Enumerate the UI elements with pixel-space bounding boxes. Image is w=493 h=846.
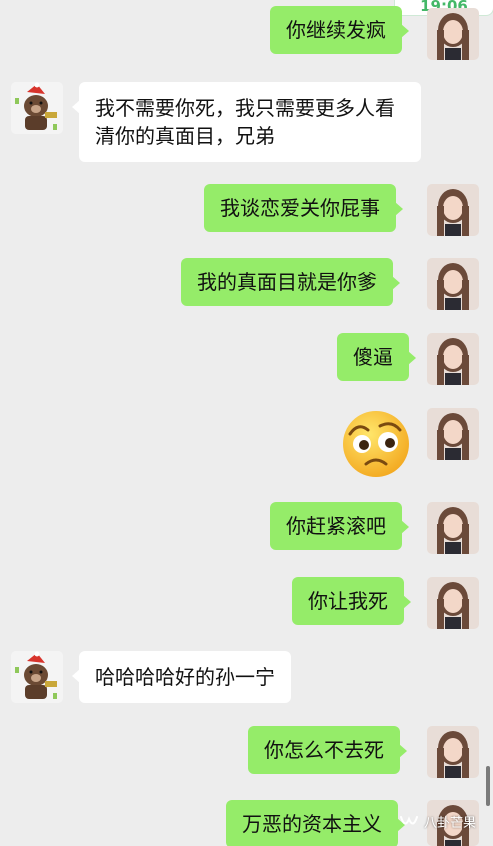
girl-avatar-icon bbox=[427, 8, 479, 60]
avatar-self[interactable] bbox=[427, 8, 479, 60]
girl-avatar-icon bbox=[427, 726, 479, 778]
avatar-self[interactable] bbox=[427, 726, 479, 778]
confused-face-emoji[interactable] bbox=[340, 408, 412, 480]
chat-window: 19:06 你继续发疯 我不需要你死，我只需要更多人看清你的真面目，兄弟 我谈恋… bbox=[0, 0, 493, 846]
bear-santa-avatar-icon bbox=[11, 651, 63, 703]
girl-avatar-icon bbox=[427, 333, 479, 385]
girl-avatar-icon bbox=[427, 408, 479, 460]
wechat-channel-icon bbox=[400, 815, 418, 824]
scrollbar-thumb[interactable] bbox=[486, 766, 490, 806]
watermark-text: 八卦芒果 bbox=[424, 816, 477, 831]
girl-avatar-icon bbox=[427, 577, 479, 629]
girl-avatar-icon bbox=[427, 502, 479, 554]
message-bubble-sent[interactable]: 傻逼 bbox=[337, 333, 416, 381]
avatar-self[interactable] bbox=[427, 184, 479, 236]
avatar-self[interactable] bbox=[427, 258, 479, 310]
message-bubble-sent[interactable]: 你怎么不去死 bbox=[248, 726, 407, 774]
message-bubble-sent[interactable]: 你继续发疯 bbox=[270, 6, 409, 54]
girl-avatar-icon bbox=[427, 258, 479, 310]
avatar-other[interactable] bbox=[11, 82, 63, 134]
message-bubble-sent[interactable]: 你赶紧滚吧 bbox=[270, 502, 409, 550]
girl-avatar-icon bbox=[427, 184, 479, 236]
message-bubble-sent[interactable]: 我谈恋爱关你屁事 bbox=[204, 184, 403, 232]
avatar-self[interactable] bbox=[427, 333, 479, 385]
message-bubble-sent[interactable]: 万恶的资本主义 bbox=[226, 800, 405, 846]
avatar-self[interactable] bbox=[427, 577, 479, 629]
message-bubble-sent[interactable]: 我的真面目就是你爹 bbox=[181, 258, 400, 306]
message-bubble-received[interactable]: 哈哈哈哈好的孙一宁 bbox=[72, 651, 291, 703]
avatar-other[interactable] bbox=[11, 651, 63, 703]
avatar-self[interactable] bbox=[427, 408, 479, 460]
avatar-self[interactable] bbox=[427, 502, 479, 554]
message-bubble-sent[interactable]: 你让我死 bbox=[292, 577, 411, 625]
message-bubble-received[interactable]: 我不需要你死，我只需要更多人看清你的真面目，兄弟 bbox=[72, 82, 421, 162]
watermark: 八卦芒果 bbox=[400, 812, 476, 831]
confused-face-icon bbox=[343, 411, 409, 477]
bear-santa-avatar-icon bbox=[11, 82, 63, 134]
